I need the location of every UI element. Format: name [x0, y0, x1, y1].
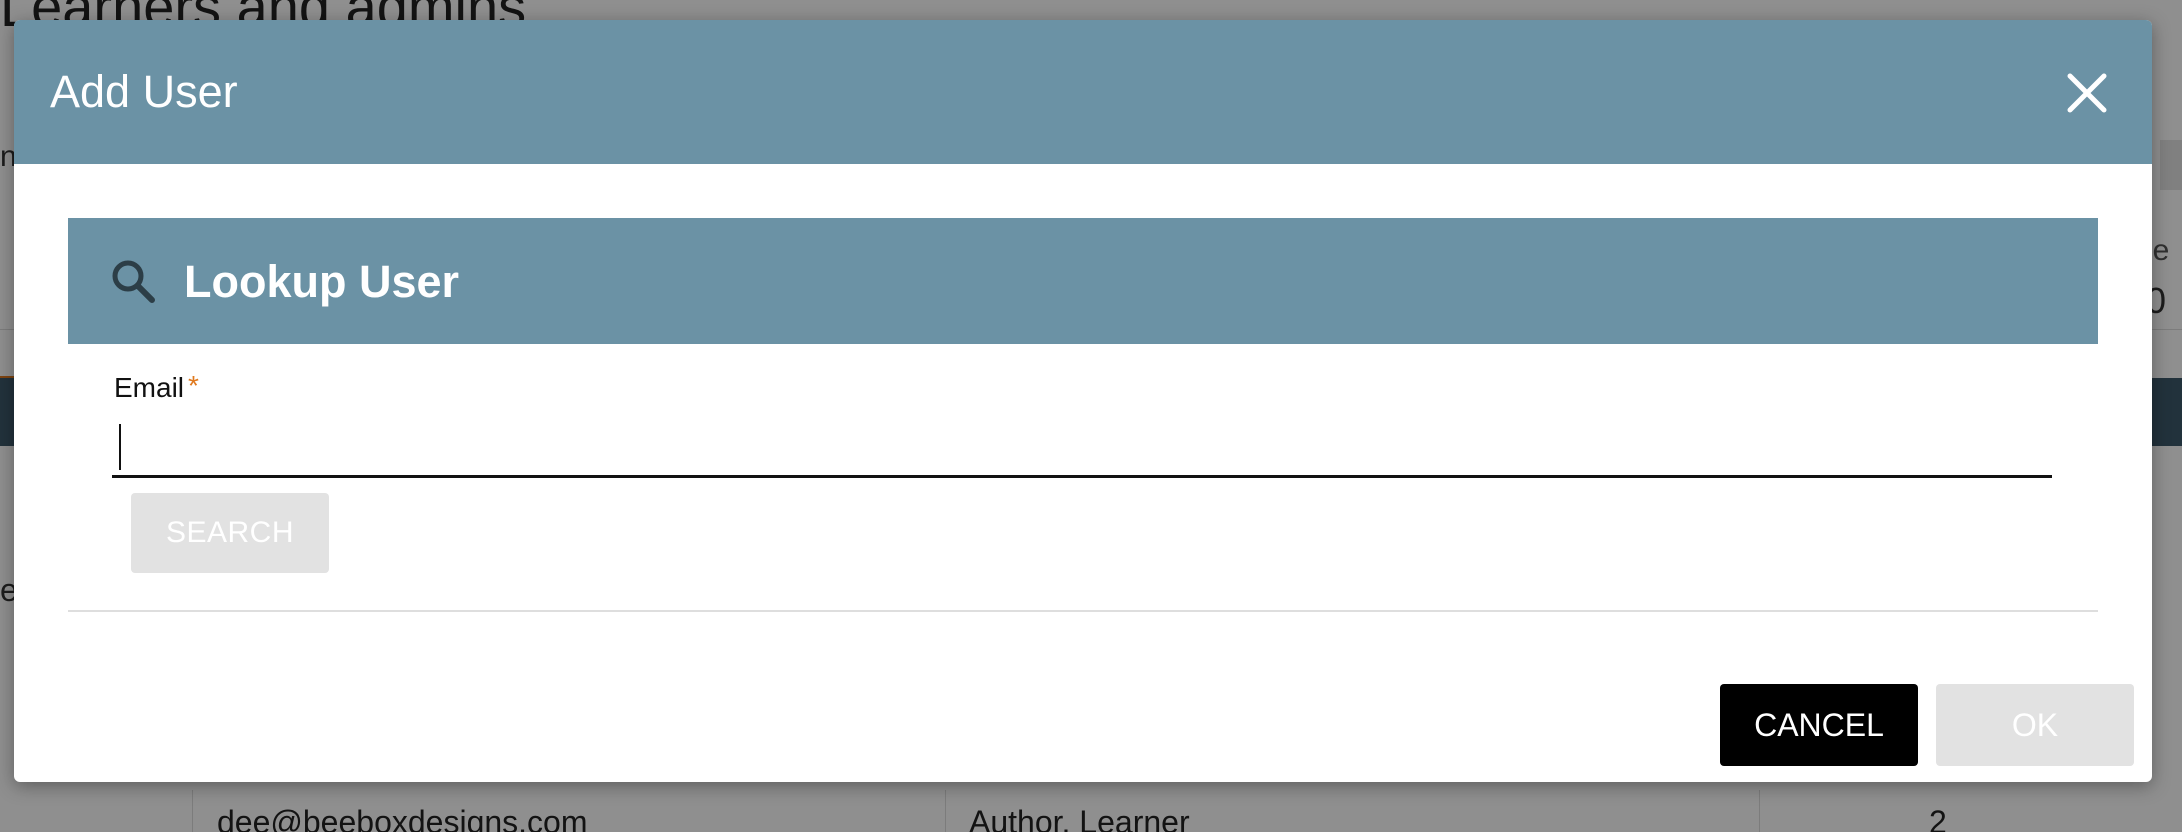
email-field[interactable] [112, 418, 2052, 478]
text-caret [119, 424, 121, 470]
lookup-user-panel: Lookup User [68, 218, 2098, 344]
dialog-header: Add User [14, 20, 2152, 164]
close-button[interactable] [2062, 68, 2112, 118]
lookup-user-title: Lookup User [184, 256, 460, 307]
search-button[interactable]: SEARCH [131, 493, 329, 573]
add-user-dialog: Add User Lookup User Email * SEARCH CANC… [14, 20, 2152, 782]
email-label: Email [114, 372, 185, 403]
divider [68, 610, 2098, 612]
search-icon [112, 260, 155, 303]
close-icon [2067, 73, 2107, 113]
dialog-title: Add User [50, 66, 238, 117]
required-indicator: * [188, 370, 199, 401]
ok-button[interactable]: OK [1936, 684, 2134, 766]
cancel-button[interactable]: CANCEL [1720, 684, 1918, 766]
